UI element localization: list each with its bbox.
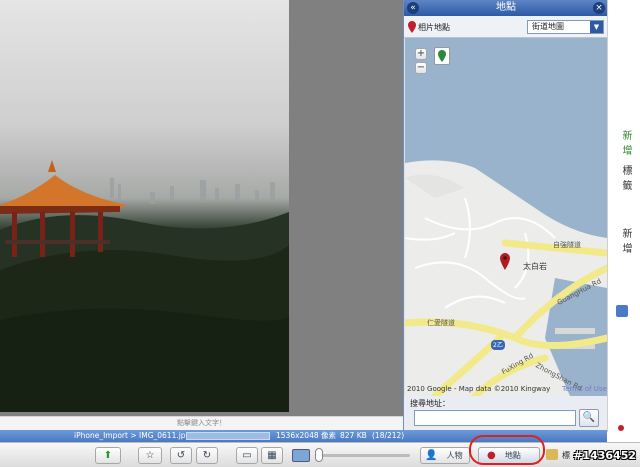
people-button[interactable]: 👤 人物: [420, 447, 470, 464]
status-path: iPhone_Import > IMG_0611.jpg: [74, 431, 191, 440]
map-attribution: 2010 Google - Map data ©2010 Kingway: [407, 385, 551, 393]
address-input[interactable]: [414, 410, 576, 426]
map-toolbar: 相片地點 街道地圖 ▼: [404, 16, 608, 38]
rotate-left-icon: ↺: [176, 450, 186, 461]
status-progress-bar: [186, 432, 270, 440]
rotate-right-button[interactable]: ↻: [196, 447, 218, 464]
map-type-select[interactable]: 街道地圖 ▼: [527, 20, 604, 34]
people-label: 人物: [446, 451, 463, 460]
place-pin-button[interactable]: [434, 47, 450, 65]
map-terms-link[interactable]: Terms of Use: [562, 385, 607, 393]
search-icon: 🔍: [582, 412, 596, 423]
strip-text[interactable]: 增: [618, 145, 633, 155]
address-search-section: 搜尋地址： 🔍: [404, 396, 608, 432]
single-view-button[interactable]: ▭: [236, 447, 258, 464]
grid-view-icon: ▦: [267, 450, 277, 461]
highway-shield: 2乙: [493, 342, 503, 349]
strip-text: 增: [620, 243, 631, 253]
landscape-icon: [292, 449, 310, 462]
zoom-slider-track[interactable]: [318, 454, 410, 457]
strip-text: 新: [620, 228, 631, 238]
photo-caption[interactable]: 點擊鍵入文字！: [0, 416, 403, 430]
photo-viewer: [0, 0, 403, 416]
status-count: (18/212): [372, 431, 405, 440]
map-canvas[interactable]: + − 太白岩 自強隧道 GuangHua Rd 仁愛隧道 FuXing Rd …: [405, 38, 607, 396]
grid-view-button[interactable]: ▦: [261, 447, 283, 464]
tag-side-strip: 新 增 標 籤 新 增: [607, 0, 640, 432]
rotate-right-icon: ↻: [202, 450, 212, 461]
chevron-down-icon: ▼: [590, 21, 603, 33]
address-search-button[interactable]: 🔍: [579, 409, 599, 427]
status-dimensions: 1536x2048 像素: [276, 431, 336, 440]
map-panel-titlebar: « 地點 ×: [404, 0, 608, 16]
up-arrow-icon: ⬆: [103, 450, 113, 461]
photo-location-label[interactable]: 相片地點: [418, 22, 450, 33]
map-label-road: 仁愛隧道: [427, 319, 455, 327]
watermark: #1436452: [573, 449, 636, 462]
map-panel: « 地點 × 相片地點 街道地圖 ▼ + − 太白岩 自強隧道 GuangHua…: [403, 0, 608, 432]
tags-label[interactable]: 標: [562, 450, 570, 461]
strip-text[interactable]: 新: [618, 130, 633, 140]
map-type-value: 街道地圖: [532, 22, 564, 31]
map-label-road: 自強隧道: [553, 241, 581, 249]
person-icon: 👤: [425, 450, 438, 461]
map-label-place: 太白岩: [523, 262, 547, 271]
status-filesize: 827 KB: [340, 431, 367, 440]
strip-text: 籤: [620, 180, 631, 190]
zoom-slider-knob[interactable]: [315, 448, 323, 462]
up-arrow-button[interactable]: ⬆: [95, 447, 121, 464]
strip-text: 標: [620, 165, 631, 175]
address-label: 搜尋地址：: [410, 399, 450, 408]
star-button[interactable]: ☆: [138, 447, 162, 464]
tag-icon: [546, 449, 558, 460]
star-icon: ☆: [145, 450, 155, 461]
map-pin-icon: [408, 21, 416, 36]
zoom-in-button[interactable]: +: [415, 48, 427, 60]
zoom-out-button[interactable]: −: [415, 62, 427, 74]
photo-image[interactable]: [0, 0, 289, 412]
close-icon[interactable]: ×: [593, 2, 605, 14]
map-pin-icon: [618, 425, 624, 431]
rotate-left-button[interactable]: ↺: [170, 447, 192, 464]
tag-icon[interactable]: [616, 305, 628, 317]
map-panel-title: 地點: [496, 2, 516, 13]
collapse-icon[interactable]: «: [407, 2, 419, 14]
highlight-annotation: [469, 435, 545, 465]
single-view-icon: ▭: [242, 450, 252, 461]
